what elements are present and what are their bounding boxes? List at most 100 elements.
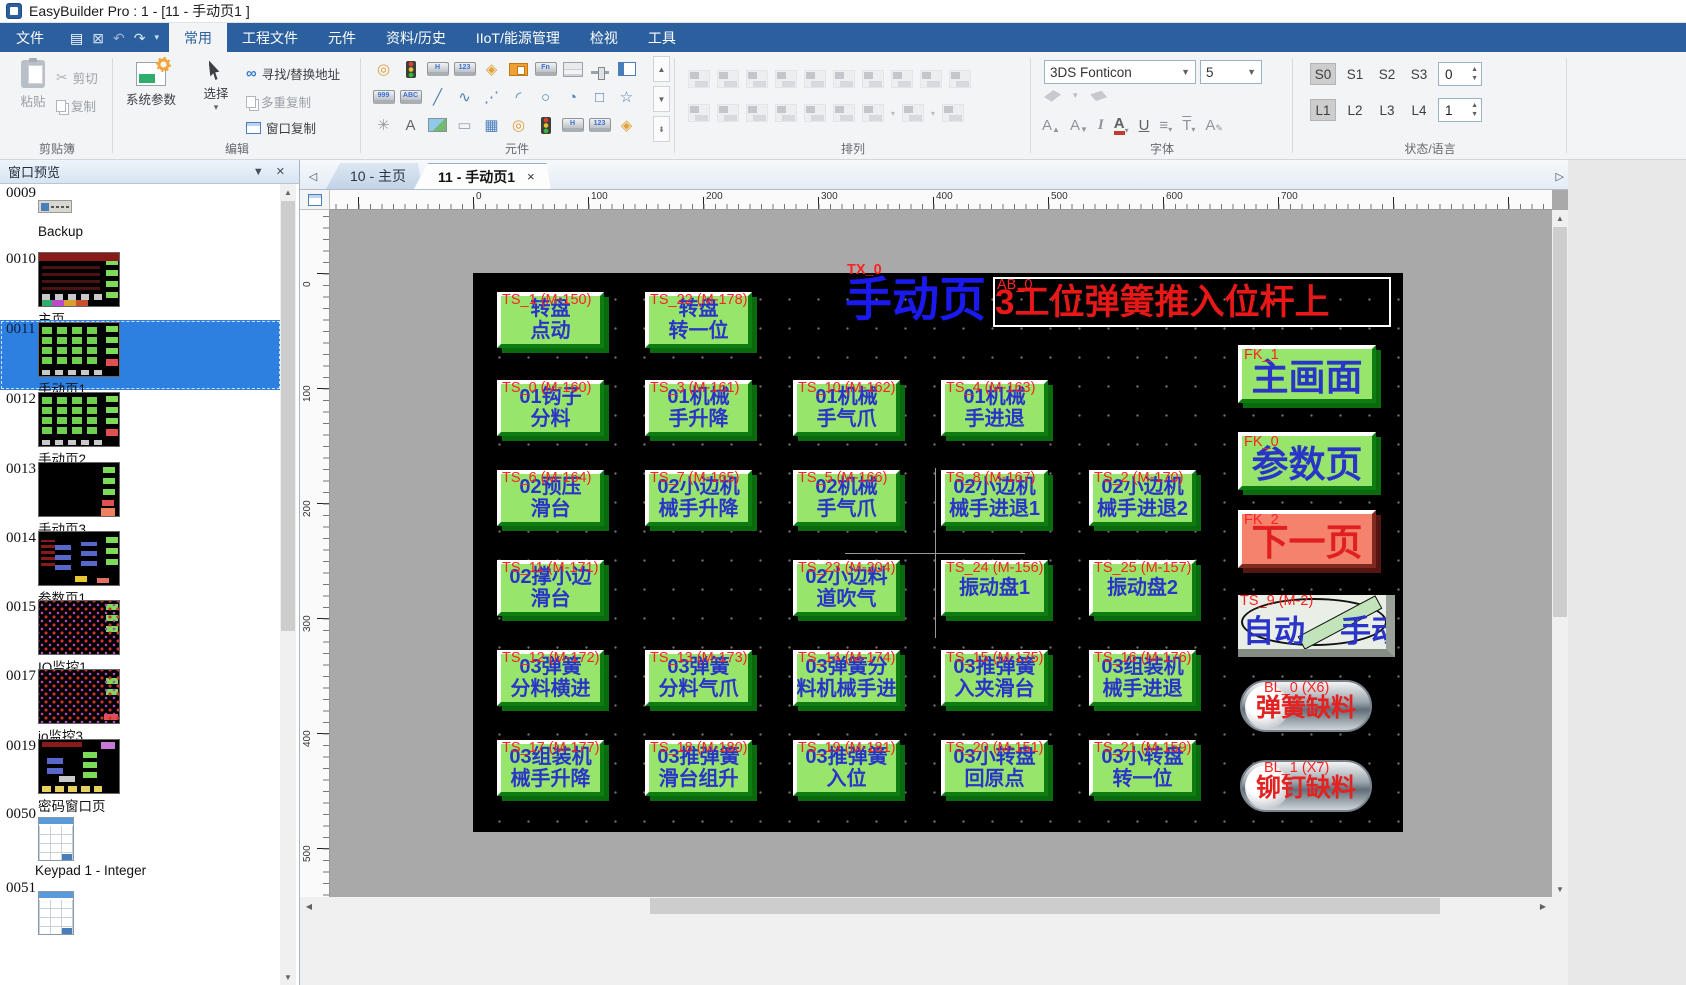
toggle-switch-icon[interactable]: ◈: [478, 56, 505, 82]
preview-thumbnail[interactable]: [38, 462, 120, 517]
select-dropdown-icon[interactable]: ▾: [194, 102, 238, 113]
state-button-s3[interactable]: S3: [1406, 63, 1432, 85]
pie-icon[interactable]: ◔: [559, 84, 586, 110]
preview-thumbnail[interactable]: [38, 817, 74, 861]
preview-item-0014[interactable]: 0014参数页1: [0, 529, 281, 598]
hmi-button-TS_0[interactable]: TS_0 (M-160)01钩子分料: [497, 380, 604, 436]
hmi-button-TS_22[interactable]: TS_22 (M-178)转盘转一位: [645, 292, 752, 348]
preview-item-0017[interactable]: 0017io监控3: [0, 667, 281, 737]
align-lines-icon[interactable]: ≡▾: [1159, 117, 1172, 134]
font-family-select[interactable]: 3DS Fonticon▼: [1044, 60, 1196, 84]
hmi-button-TS_24[interactable]: TS_24 (M-156)振动盘1: [941, 560, 1048, 616]
word-lamp-2-icon[interactable]: [532, 112, 559, 138]
text-style-icon[interactable]: A✎: [1205, 117, 1223, 134]
style-brush-icon[interactable]: [1088, 88, 1108, 106]
hmi-button-TS_12[interactable]: TS_12 (M-172)03弹簧分料横进: [497, 650, 604, 706]
state-button-s1[interactable]: S1: [1342, 63, 1368, 85]
scroll-down-icon[interactable]: ▼: [653, 86, 670, 112]
export-icon[interactable]: ⊠: [92, 31, 104, 45]
design-canvas[interactable]: TX_0 手动页 AB_0 3工位弹簧推入位杆上 TS_9 (M-2) 自动 手…: [473, 273, 1403, 832]
undo-icon[interactable]: ↶: [113, 31, 125, 45]
preview-thumbnail[interactable]: [38, 322, 120, 377]
language-button-l2[interactable]: L2: [1342, 99, 1368, 121]
preview-thumbnail[interactable]: [38, 891, 74, 935]
scroll-up-icon[interactable]: ▲: [1552, 210, 1568, 226]
tab-scroll-right-icon[interactable]: ▷: [1556, 170, 1564, 183]
hmi-button-TS_5[interactable]: TS_5 (M-166)02机械手气爪: [793, 470, 900, 526]
editor-tab-11 - 手动页1[interactable]: 11 - 手动页1×: [414, 163, 551, 189]
italic-icon[interactable]: I: [1098, 117, 1104, 134]
line-icon[interactable]: ╱: [424, 84, 451, 110]
preview-thumbnail[interactable]: [38, 600, 120, 655]
scroll-up-icon[interactable]: ▲: [653, 56, 670, 82]
hmi-button-TS_18[interactable]: TS_18 (M-180)03推弹簧滑台组升: [645, 740, 752, 796]
hmi-button-TS_23[interactable]: TS_23 (M-204)02小边料道吹气: [793, 560, 900, 616]
freeform-line-icon[interactable]: ∿: [451, 84, 478, 110]
preview-thumbnail[interactable]: [38, 739, 120, 794]
word-lamp-icon[interactable]: [397, 56, 424, 82]
shrink-font-icon[interactable]: A▼: [1070, 117, 1088, 134]
quick-access-more-icon[interactable]: ▾: [154, 33, 159, 42]
word-switch-2-icon[interactable]: 123: [586, 112, 613, 138]
cut-button[interactable]: ✂ 剪切: [56, 68, 98, 87]
scrollbar-thumb[interactable]: [650, 898, 1440, 914]
system-parameters-button[interactable]: 系统参数: [118, 62, 184, 108]
preview-thumbnail[interactable]: [38, 531, 120, 586]
bit-lamp-icon[interactable]: ◎: [370, 56, 397, 82]
language-button-l4[interactable]: L4: [1406, 99, 1432, 121]
preview-item-0019[interactable]: 0019密码窗口页: [0, 737, 281, 805]
select-button[interactable]: 选择 ▾: [194, 60, 238, 113]
find-replace-address-button[interactable]: ∞ 寻找/替换地址: [246, 64, 340, 83]
state-button-s2[interactable]: S2: [1374, 63, 1400, 85]
preview-item-0009[interactable]: 0009Backup: [0, 184, 281, 250]
state-button-s0[interactable]: S0: [1310, 63, 1336, 85]
copy-button[interactable]: 复制: [56, 96, 96, 115]
language-button-l3[interactable]: L3: [1374, 99, 1400, 121]
preview-item-0013[interactable]: 0013手动页3: [0, 460, 281, 529]
hmi-button-TS_19[interactable]: TS_19 (M-181)03推弹簧入位: [793, 740, 900, 796]
redo-icon[interactable]: ↷: [134, 31, 146, 45]
menu-tab-IIoT/能源管理[interactable]: IIoT/能源管理: [461, 23, 575, 52]
scroll-right-icon[interactable]: ▶: [1534, 897, 1552, 915]
vertical-scrollbar[interactable]: ▲ ▼: [1552, 210, 1568, 897]
hmi-button-TS_7[interactable]: TS_7 (M-165)02小边机械手升降: [645, 470, 752, 526]
design-workspace[interactable]: TX_0 手动页 AB_0 3工位弹簧推入位杆上 TS_9 (M-2) 自动 手…: [330, 210, 1552, 897]
word-switch-icon[interactable]: 123: [451, 56, 478, 82]
window-copy-button[interactable]: 窗口复制: [246, 118, 316, 137]
hmi-button-TS_6[interactable]: TS_6 (M-164)02预压滑台: [497, 470, 604, 526]
hmi-button-TS_8[interactable]: TS_8 (M-167)02小边机械手进退1: [941, 470, 1048, 526]
scroll-left-icon[interactable]: ◀: [300, 897, 318, 915]
circle-icon[interactable]: ○: [532, 84, 559, 110]
hmi-button-TS_14[interactable]: TS_14 (M-174)03弹簧分料机械手进: [793, 650, 900, 706]
lamp-BL_1[interactable]: BL_1 (X7)铆钉缺料: [1240, 760, 1372, 812]
paste-button[interactable]: 粘贴: [4, 60, 62, 110]
save-icon[interactable]: ▤: [70, 31, 83, 45]
menu-tab-工具[interactable]: 工具: [633, 23, 691, 52]
hmi-button-TS_3[interactable]: TS_3 (M-161)01机械手升降: [645, 380, 752, 436]
preview-item-0010[interactable]: 0010主页: [0, 250, 281, 320]
language-button-l1[interactable]: L1: [1310, 99, 1336, 121]
picture-icon[interactable]: [424, 112, 451, 138]
preview-item-0011[interactable]: 0011手动页1: [0, 320, 281, 390]
preview-item-0012[interactable]: 0012手动页2: [0, 390, 281, 460]
preview-scrollbar[interactable]: ▲ ▼: [280, 184, 296, 985]
function-key-FK_1[interactable]: FK_1主画面: [1238, 345, 1376, 403]
panel-close-icon[interactable]: ✕: [270, 165, 291, 178]
menu-tab-检视[interactable]: 检视: [575, 23, 633, 52]
state-button-spinner[interactable]: 0▲▼: [1438, 62, 1482, 86]
polyline-icon[interactable]: ⋰: [478, 84, 505, 110]
scroll-more-icon[interactable]: ⇟: [653, 116, 670, 142]
menu-tab-工程文件[interactable]: 工程文件: [227, 23, 313, 52]
arc-icon[interactable]: ◜: [505, 84, 532, 110]
underline-icon[interactable]: U: [1139, 117, 1150, 134]
tab-scroll-left-icon[interactable]: ◁: [300, 170, 326, 189]
preview-item-0051[interactable]: 0051: [0, 879, 281, 953]
menu-tab-元件[interactable]: 元件: [313, 23, 371, 52]
table-icon[interactable]: ▦: [478, 112, 505, 138]
hmi-button-TS_1[interactable]: TS_1 (M-150)转盘点动: [497, 292, 604, 348]
hmi-button-TS_13[interactable]: TS_13 (M-173)03弹簧分料气爪: [645, 650, 752, 706]
scroll-down-icon[interactable]: ▼: [280, 969, 296, 985]
multi-copy-button[interactable]: 多重复制: [246, 92, 311, 111]
slider-icon[interactable]: [586, 56, 613, 82]
preview-thumbnail[interactable]: [38, 669, 120, 724]
